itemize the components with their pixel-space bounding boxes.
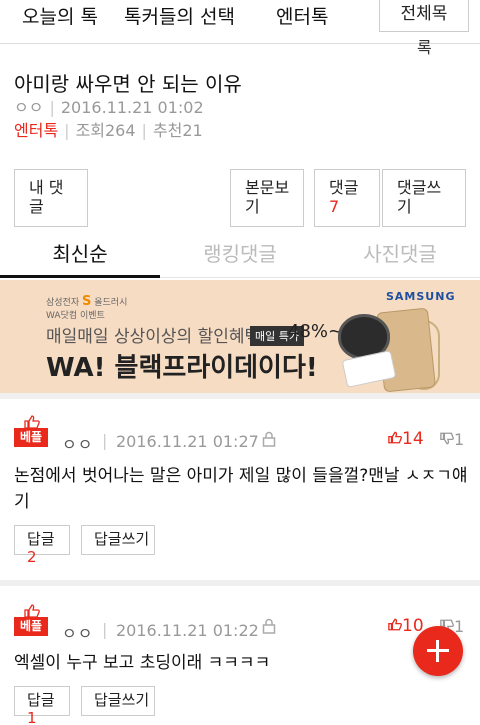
reply-count: 2 bbox=[27, 548, 37, 566]
comments-label: 댓글 bbox=[329, 178, 359, 197]
article-author: ㅇㅇ bbox=[14, 98, 44, 117]
samsung-logo: SAMSUNG bbox=[386, 290, 456, 303]
comment-tabs: 최신순 랭킹댓글 사진댓글 bbox=[0, 230, 480, 278]
comment-text: 논점에서 벗어나는 말은 아미가 제일 많이 들을껄?맨날 ㅅㅈㄱ얘기 bbox=[14, 466, 468, 512]
body-view-label: 본문보기 bbox=[245, 178, 290, 216]
article-title: 아미랑 싸우면 안 되는 이유 bbox=[14, 72, 242, 96]
comments-button[interactable]: 댓글 7 bbox=[314, 169, 380, 227]
best-badge-label: 베플 bbox=[14, 617, 48, 636]
article-meta: ㅇㅇ | 2016.11.21 01:02 bbox=[14, 98, 204, 117]
active-tab-indicator bbox=[0, 275, 160, 278]
banner-line1: 매일매일 상상이상의 할인혜택 bbox=[46, 327, 261, 347]
write-comment-label: 댓글쓰기 bbox=[397, 178, 442, 216]
reply-label: 답글 bbox=[27, 530, 55, 548]
comment-author: ㅇㅇ bbox=[62, 435, 94, 454]
best-badge-label: 베플 bbox=[14, 428, 48, 447]
article-stats: 엔터톡 | 조회264 | 추천21 bbox=[14, 121, 203, 140]
ad-banner[interactable]: 삼성전자 S 올드러시 WA닷컴 이벤트 매일매일 상상이상의 할인혜택 매일 … bbox=[0, 280, 480, 393]
divider bbox=[0, 580, 480, 586]
banner-sponsor: 삼성전자 S 올드러시 bbox=[46, 294, 128, 309]
write-reply-button[interactable]: 답글쓰기 bbox=[81, 525, 155, 555]
article-category[interactable]: 엔터톡 bbox=[14, 121, 58, 140]
article-recommends: 추천21 bbox=[152, 121, 203, 140]
comment-item: 베플 ㅇㅇ | 2016.11.21 01:22 10 1 엑셀이 누구 보고 … bbox=[0, 580, 480, 725]
reply-label: 답글 bbox=[27, 691, 55, 709]
reply-count: 1 bbox=[27, 709, 37, 725]
all-list-overflow: 록 bbox=[417, 38, 432, 57]
thumbs-up-icon bbox=[24, 604, 40, 618]
like-button[interactable]: 10 bbox=[388, 616, 424, 636]
my-comments-label: 내 댓글 bbox=[29, 178, 64, 216]
write-comment-button[interactable]: 댓글쓰기 bbox=[382, 169, 466, 227]
lock-icon[interactable] bbox=[262, 618, 276, 634]
banner-sub: WA닷컴 이벤트 bbox=[46, 311, 105, 321]
tab-ranking[interactable]: 랭킹댓글 bbox=[160, 238, 320, 267]
nav-entertainment[interactable]: 엔터톡 bbox=[276, 2, 328, 29]
thumbs-up-icon bbox=[24, 415, 40, 429]
banner-percent: 48%~ bbox=[288, 321, 344, 342]
comment-count: 7 bbox=[329, 197, 340, 216]
comment-date: 2016.11.21 01:22 bbox=[116, 621, 259, 640]
banner-headline: WA! 블랙프라이데이다! bbox=[46, 353, 318, 383]
my-comments-button[interactable]: 내 댓글 bbox=[14, 169, 88, 227]
thumbs-up-icon bbox=[388, 431, 402, 444]
best-badge: 베플 bbox=[14, 604, 48, 638]
tab-photo[interactable]: 사진댓글 bbox=[320, 238, 480, 267]
separator: | bbox=[102, 620, 108, 639]
divider bbox=[0, 393, 480, 399]
write-reply-button[interactable]: 답글쓰기 bbox=[81, 686, 155, 716]
all-list-button[interactable]: 전체목 bbox=[379, 0, 469, 32]
dislike-button[interactable]: 1 bbox=[440, 430, 464, 449]
comment-author: ㅇㅇ bbox=[62, 624, 94, 643]
article-date: 2016.11.21 01:02 bbox=[60, 98, 204, 117]
reply-button[interactable]: 답글 2 bbox=[14, 525, 70, 566]
dislike-count: 1 bbox=[454, 430, 465, 449]
best-badge: 베플 bbox=[14, 415, 48, 449]
comment-item: 베플 ㅇㅇ | 2016.11.21 01:27 14 1 논점에서 벗어나는 … bbox=[0, 393, 480, 583]
floating-write-button[interactable] bbox=[413, 626, 463, 676]
comment-date: 2016.11.21 01:27 bbox=[116, 432, 259, 451]
all-list-label: 전체목 bbox=[400, 4, 448, 24]
write-reply-label: 답글쓰기 bbox=[94, 530, 150, 548]
tab-latest[interactable]: 최신순 bbox=[0, 238, 160, 267]
comment-text: 엑셀이 누구 보고 초딩이래 ㅋㅋㅋㅋ bbox=[14, 653, 271, 673]
lock-icon[interactable] bbox=[262, 431, 276, 447]
thumbs-up-icon bbox=[388, 618, 402, 631]
like-button[interactable]: 14 bbox=[388, 429, 424, 449]
like-count: 14 bbox=[402, 429, 424, 449]
body-view-button[interactable]: 본문보기 bbox=[230, 169, 304, 227]
separator: | bbox=[102, 431, 108, 450]
nav-talkers-choice[interactable]: 톡커들의 선택 bbox=[124, 2, 235, 29]
reply-button[interactable]: 답글 1 bbox=[14, 686, 70, 725]
write-reply-label: 답글쓰기 bbox=[94, 691, 150, 709]
top-navigation: 오늘의 톡 톡커들의 선택 엔터톡 전체목 bbox=[0, 0, 480, 44]
thumbs-down-icon bbox=[440, 432, 454, 445]
nav-today-talk[interactable]: 오늘의 톡 bbox=[22, 2, 98, 29]
article-views: 조회264 bbox=[75, 121, 136, 140]
